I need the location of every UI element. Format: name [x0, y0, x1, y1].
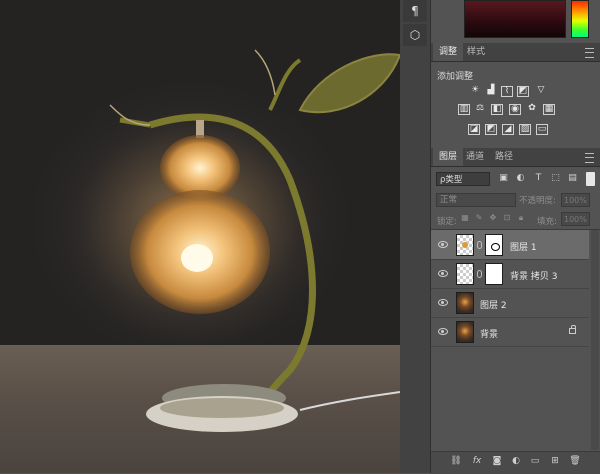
- layer-mask-thumbnail[interactable]: [485, 263, 503, 285]
- photo-filter-icon[interactable]: ◉: [509, 104, 521, 115]
- opacity-label: 不透明度:: [519, 196, 556, 206]
- threshold-icon[interactable]: ◢: [502, 124, 514, 135]
- posterize-icon[interactable]: ◩: [485, 124, 497, 135]
- add-mask-icon[interactable]: ◙: [491, 455, 503, 467]
- vibrance-icon[interactable]: ▥: [458, 104, 470, 115]
- lock-artboard-icon[interactable]: ⊡: [502, 213, 512, 223]
- layer-thumbnail[interactable]: [456, 263, 474, 285]
- blend-mode-select[interactable]: 正常: [436, 193, 516, 207]
- layer-thumbnail[interactable]: [456, 292, 474, 314]
- document-canvas[interactable]: [0, 0, 400, 473]
- color-picker-field[interactable]: [464, 0, 566, 38]
- filter-adjustment-icon[interactable]: ◐: [515, 173, 526, 184]
- group-folder-icon[interactable]: ▭: [529, 455, 541, 467]
- color-lookup-icon[interactable]: ▦: [543, 104, 555, 115]
- visibility-eye-icon[interactable]: [438, 241, 448, 248]
- panel-menu-icon[interactable]: [585, 48, 594, 58]
- layer-filter-kind-select[interactable]: ρ类型: [436, 172, 490, 186]
- add-adjustment-label: 添加调整: [437, 72, 474, 82]
- lock-all-icon[interactable]: 🔒︎: [516, 213, 526, 223]
- selective-color-icon[interactable]: ▨: [519, 124, 531, 135]
- lock-label: 锁定:: [437, 217, 457, 227]
- visibility-eye-icon[interactable]: [438, 328, 448, 335]
- mask-link-icon[interactable]: [477, 241, 482, 249]
- layer-name[interactable]: 背景 拷贝 3: [510, 269, 557, 282]
- tab-adjustments[interactable]: 调整: [433, 43, 464, 61]
- adjustment-layer-icon[interactable]: ◐: [510, 455, 522, 467]
- brightness-icon[interactable]: ☀: [469, 86, 481, 97]
- layers-scrollbar[interactable]: [591, 230, 599, 450]
- fx-icon[interactable]: fx: [471, 455, 483, 467]
- layer-thumbnail[interactable]: [456, 321, 474, 343]
- filter-smart-object-icon[interactable]: ▤: [567, 173, 578, 184]
- filter-type-icon[interactable]: T: [533, 173, 544, 184]
- lock-position-icon[interactable]: ✥: [488, 213, 498, 223]
- collapsed-panel-strip: [400, 0, 431, 473]
- tab-layers[interactable]: 图层: [433, 148, 464, 166]
- layer-mask-thumbnail[interactable]: [485, 234, 503, 256]
- layer-thumbnail[interactable]: [456, 234, 474, 256]
- fill-input[interactable]: 100%: [561, 212, 590, 226]
- channel-mixer-icon[interactable]: ✿: [526, 104, 538, 115]
- 3d-cube-icon[interactable]: ⬡: [403, 24, 427, 46]
- lock-pixels-icon[interactable]: ✎: [474, 213, 484, 223]
- gradient-map-icon[interactable]: ▭: [536, 124, 548, 135]
- layer-lock-icon: [569, 325, 576, 334]
- color-balance-icon[interactable]: ⚖: [474, 104, 486, 115]
- filter-pixel-icon[interactable]: ▣: [498, 173, 509, 184]
- new-layer-icon[interactable]: ⊞: [549, 455, 561, 467]
- levels-icon[interactable]: ▟: [485, 86, 497, 97]
- gradient-map-triangle-icon[interactable]: ▽: [535, 86, 547, 97]
- visibility-eye-icon[interactable]: [438, 270, 448, 277]
- opacity-input[interactable]: 100%: [561, 193, 590, 207]
- adjustments-tab-row: 调整 样式: [431, 43, 600, 62]
- lock-transparent-icon[interactable]: ▦: [460, 213, 470, 223]
- black-white-icon[interactable]: ◧: [491, 104, 503, 115]
- layer-name[interactable]: 图层 1: [510, 240, 537, 253]
- tab-styles[interactable]: 样式: [461, 43, 491, 61]
- trash-icon[interactable]: 🗑︎: [569, 455, 581, 467]
- layer-row-background[interactable]: [431, 317, 589, 347]
- layer-name[interactable]: 背景: [480, 327, 498, 340]
- curves-icon[interactable]: ⌇: [501, 86, 513, 97]
- exposure-icon[interactable]: ◩: [517, 86, 529, 97]
- link-layers-icon[interactable]: ⛓: [450, 455, 462, 467]
- tab-channels[interactable]: 通道: [460, 148, 490, 166]
- invert-icon[interactable]: ◪: [468, 124, 480, 135]
- mask-link-icon[interactable]: [477, 270, 482, 278]
- lamp-photo: [65, 49, 400, 432]
- layer-row-layer-2[interactable]: [431, 288, 589, 318]
- layers-panel-menu-icon[interactable]: [585, 153, 594, 163]
- tab-paths[interactable]: 路径: [489, 148, 519, 166]
- hue-slider[interactable]: [571, 0, 589, 38]
- filter-shape-icon[interactable]: ⬚: [550, 173, 561, 184]
- paragraph-icon[interactable]: ¶: [403, 0, 427, 22]
- layer-name[interactable]: 图层 2: [480, 298, 507, 311]
- filter-toggle[interactable]: [586, 172, 595, 186]
- fill-label: 填充:: [537, 217, 557, 227]
- visibility-eye-icon[interactable]: [438, 299, 448, 306]
- layers-tab-row: 图层 通道 路径: [431, 148, 600, 167]
